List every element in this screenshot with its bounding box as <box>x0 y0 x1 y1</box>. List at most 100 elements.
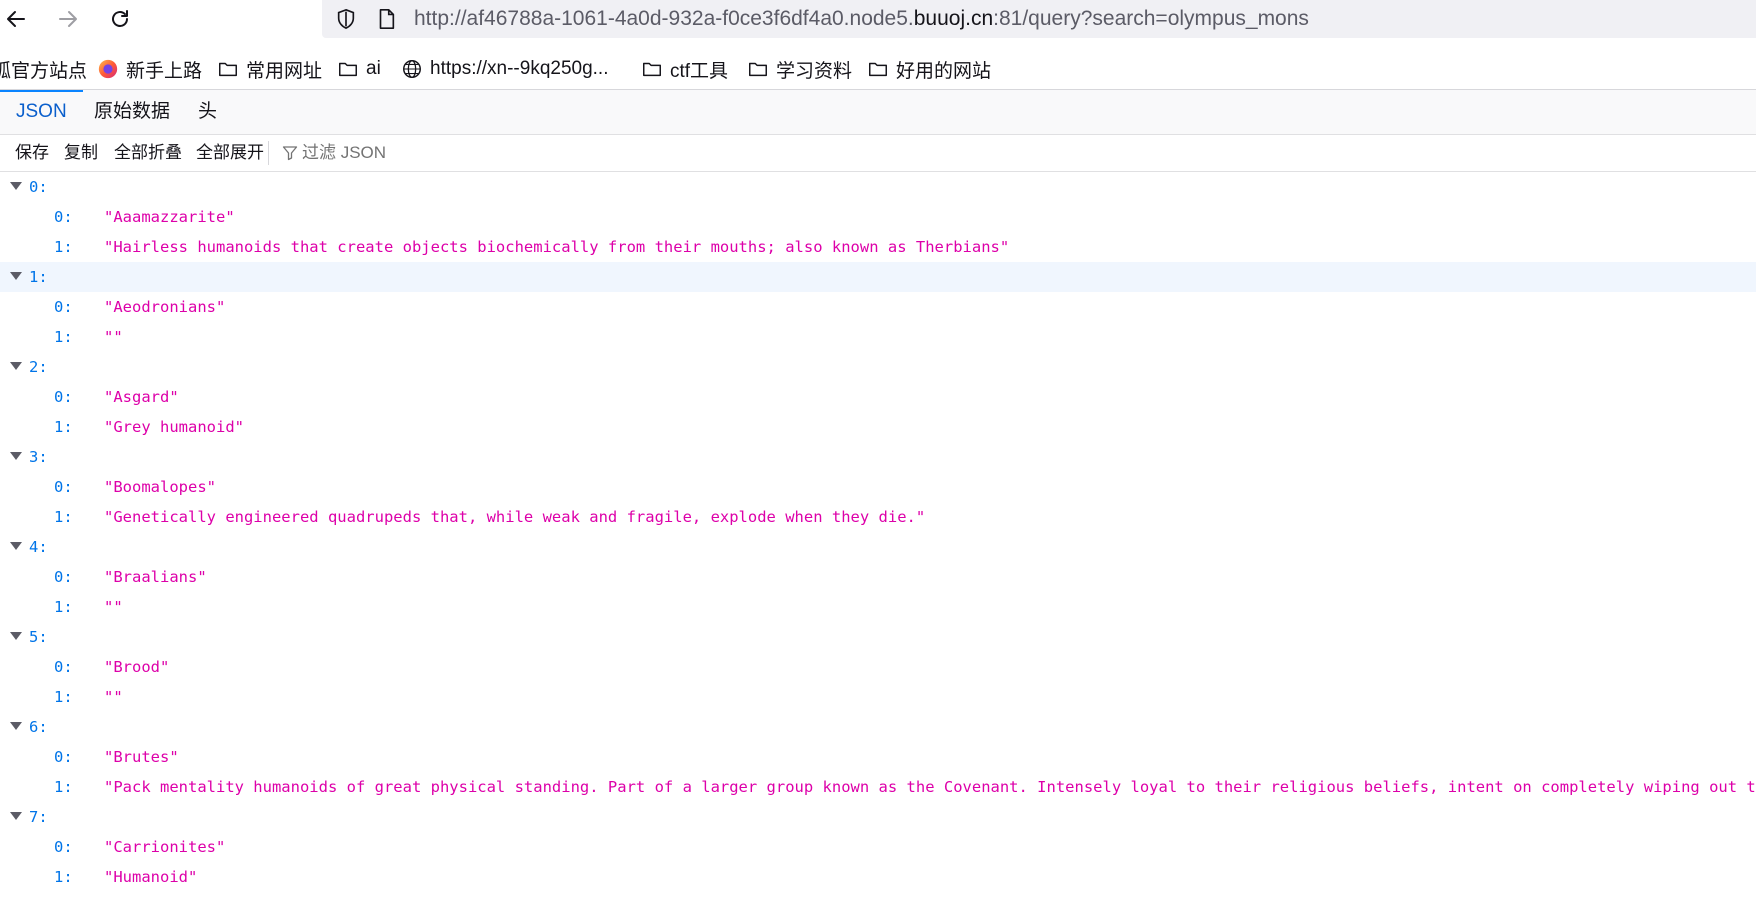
item-key: 0: <box>54 208 73 226</box>
tree-row-value[interactable]: 0: "Aaamazzarite" <box>0 202 1756 232</box>
tree-row-object[interactable]: 6: <box>0 712 1756 742</box>
url-prefix: http://af46788a-1061-4a0d-932a-f0ce3f6df… <box>414 7 914 30</box>
tracking-shield-icon[interactable] <box>334 7 358 31</box>
tree-row-value[interactable]: 1: "" <box>0 322 1756 352</box>
tree-row-value[interactable]: 1: "Hairless humanoids that create objec… <box>0 232 1756 262</box>
bookmark-folder-study[interactable]: 学习资料 <box>746 57 853 82</box>
expand-toggle-icon[interactable] <box>10 272 22 280</box>
item-value: "Boomalopes" <box>104 478 216 496</box>
tree-row-value[interactable]: 1: "" <box>0 682 1756 712</box>
tab-headers[interactable]: 头 <box>182 90 233 134</box>
url-host: buuoj.cn <box>913 7 994 30</box>
tree-row-value[interactable]: 0: "Brood" <box>0 652 1756 682</box>
folder-icon <box>866 57 890 81</box>
url-text[interactable]: http://af46788a-1061-4a0d-932a-f0ce3f6df… <box>414 7 1309 31</box>
item-key: 1: <box>54 778 73 796</box>
filter-json-input[interactable]: 过滤 JSON <box>282 135 386 171</box>
entry-key: 0: <box>29 178 48 196</box>
bookmark-xn-link[interactable]: https://xn--9kq250g... <box>400 57 609 81</box>
tree-row-object[interactable]: 1: <box>0 262 1756 292</box>
item-key: 0: <box>54 568 73 586</box>
bookmark-official-site[interactable]: 狐官方站点 <box>0 57 88 82</box>
filter-placeholder: 过滤 JSON <box>302 143 387 162</box>
json-toolbar: 保存 复制 全部折叠 全部展开 过滤 JSON <box>0 135 1756 172</box>
tree-row-value[interactable]: 1: "Genetically engineered quadrupeds th… <box>0 502 1756 532</box>
copy-button[interactable]: 复制 <box>64 135 98 171</box>
item-key: 0: <box>54 298 73 316</box>
reload-button[interactable] <box>104 3 136 35</box>
folder-icon <box>216 57 240 81</box>
json-viewer-tabs: JSON 原始数据 头 <box>0 90 1756 135</box>
item-key: 0: <box>54 658 73 676</box>
bookmark-getting-started[interactable]: 新手上路 <box>96 57 203 82</box>
item-key: 1: <box>54 418 73 436</box>
back-button[interactable] <box>0 3 32 35</box>
bookmark-label: ctf工具 <box>670 60 729 82</box>
item-key: 0: <box>54 388 73 406</box>
tree-row-value[interactable]: 0: "Asgard" <box>0 382 1756 412</box>
folder-icon <box>336 57 360 81</box>
item-value: "Grey humanoid" <box>104 418 244 436</box>
tree-row-value[interactable]: 0: "Aeodronians" <box>0 292 1756 322</box>
forward-arrow-icon <box>59 11 77 27</box>
item-key: 1: <box>54 598 73 616</box>
item-value: "Asgard" <box>104 388 179 406</box>
tree-row-value[interactable]: 1: "Humanoid" <box>0 862 1756 892</box>
forward-button[interactable] <box>52 3 84 35</box>
item-key: 0: <box>54 748 73 766</box>
page-info-icon[interactable] <box>374 7 398 31</box>
tree-row-object[interactable]: 3: <box>0 442 1756 472</box>
item-key: 0: <box>54 478 73 496</box>
item-value: "Aaamazzarite" <box>104 208 235 226</box>
bookmarks-bar: 狐官方站点 新手上路 常用网址 ai https://xn--9kq250g..… <box>0 50 1756 88</box>
item-key: 1: <box>54 868 73 886</box>
tree-row-value[interactable]: 0: "Carrionites" <box>0 832 1756 862</box>
tree-row-value[interactable]: 0: "Boomalopes" <box>0 472 1756 502</box>
folder-icon <box>640 57 664 81</box>
bookmark-folder-ctf-tools[interactable]: ctf工具 <box>640 57 729 82</box>
bookmark-label: 好用的网站 <box>896 60 992 82</box>
item-value: "Brutes" <box>104 748 179 766</box>
tab-json[interactable]: JSON <box>0 90 83 134</box>
expand-toggle-icon[interactable] <box>10 452 22 460</box>
tree-row-object[interactable]: 0: <box>0 172 1756 202</box>
tree-row-value[interactable]: 0: "Braalians" <box>0 562 1756 592</box>
expand-toggle-icon[interactable] <box>10 812 22 820</box>
bookmark-label: 狐官方站点 <box>0 60 88 82</box>
bookmark-folder-useful-sites[interactable]: 好用的网站 <box>866 57 992 82</box>
bookmark-label: 新手上路 <box>126 60 203 82</box>
reload-icon <box>112 10 128 27</box>
tree-row-value[interactable]: 1: "" <box>0 592 1756 622</box>
tab-raw-data[interactable]: 原始数据 <box>78 90 186 134</box>
expand-toggle-icon[interactable] <box>10 542 22 550</box>
tree-row-object[interactable]: 2: <box>0 352 1756 382</box>
tree-row-value[interactable]: 0: "Brutes" <box>0 742 1756 772</box>
entry-key: 2: <box>29 358 48 376</box>
bookmark-label: https://xn--9kq250g... <box>430 58 609 79</box>
expand-toggle-icon[interactable] <box>10 632 22 640</box>
item-value: "Hairless humanoids that create objects … <box>104 238 1010 256</box>
expand-toggle-icon[interactable] <box>10 362 22 370</box>
bookmark-folder-ai[interactable]: ai <box>336 57 381 81</box>
url-bar[interactable]: http://af46788a-1061-4a0d-932a-f0ce3f6df… <box>322 0 1756 38</box>
tree-row-value[interactable]: 1: "Pack mentality humanoids of great ph… <box>0 772 1756 802</box>
item-key: 1: <box>54 238 73 256</box>
item-key: 1: <box>54 688 73 706</box>
expand-all-button[interactable]: 全部展开 <box>196 135 264 171</box>
tree-row-object[interactable]: 4: <box>0 532 1756 562</box>
entry-key: 6: <box>29 718 48 736</box>
bookmark-label: ai <box>366 58 381 79</box>
expand-toggle-icon[interactable] <box>10 722 22 730</box>
bookmark-label: 学习资料 <box>776 60 853 82</box>
expand-toggle-icon[interactable] <box>10 182 22 190</box>
entry-key: 1: <box>29 268 48 286</box>
navigation-bar: http://af46788a-1061-4a0d-932a-f0ce3f6df… <box>0 0 1756 38</box>
tree-row-object[interactable]: 5: <box>0 622 1756 652</box>
collapse-all-button[interactable]: 全部折叠 <box>114 135 182 171</box>
tree-row-value[interactable]: 1: "Grey humanoid" <box>0 412 1756 442</box>
item-value: "" <box>104 598 123 616</box>
bookmark-folder-common[interactable]: 常用网址 <box>216 57 322 82</box>
tree-row-object[interactable]: 7: <box>0 802 1756 832</box>
save-button[interactable]: 保存 <box>15 135 49 171</box>
firefox-icon <box>96 57 120 81</box>
